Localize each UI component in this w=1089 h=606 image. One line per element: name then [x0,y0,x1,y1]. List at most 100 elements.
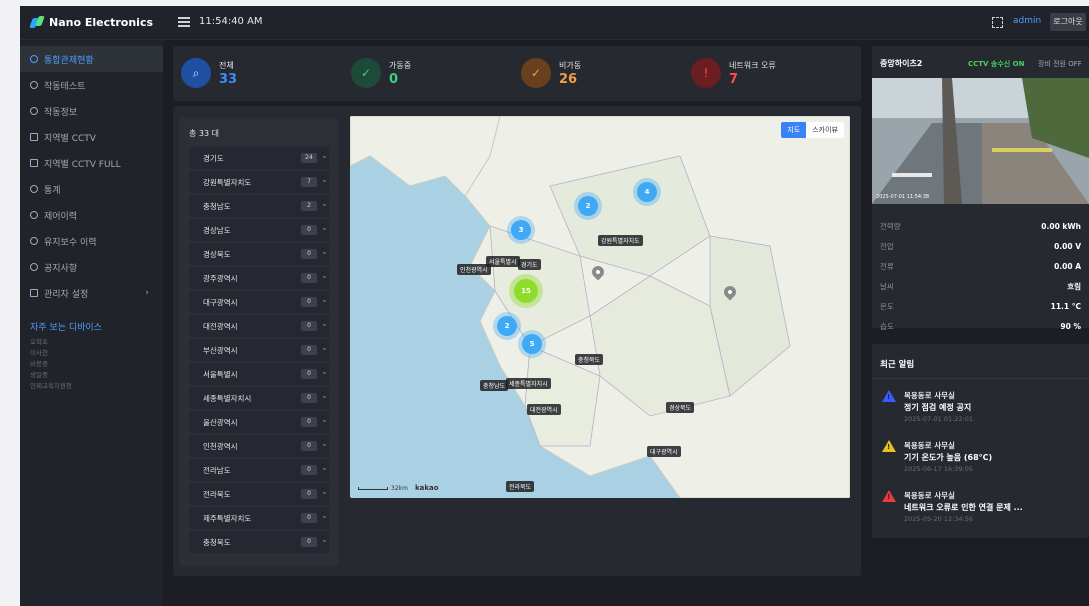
region-item[interactable]: 광주광역시 0 ⌄ [189,267,329,289]
map-region-label: 경상북도 [666,402,695,413]
chevron-down-icon: ⌄ [321,511,328,520]
chevron-down-icon: ⌄ [321,295,328,304]
favorite-item[interactable]: 생일중 [30,370,163,381]
count-badge: 0 [301,225,317,235]
sidebar-item-control-log[interactable]: 제어이력 [20,202,163,228]
region-item[interactable]: 세종특별자치시 0 ⌄ [189,387,329,409]
map-scale: 32km kakao [358,484,439,492]
main-panel: 총 33 대 경기도 24 ⌄ 강원특별자치도 7 ⌄ 충청남도 2 ⌄ 경상남도 0 ⌄ 경상… [173,106,861,576]
logout-button[interactable]: 로그아웃 [1050,13,1086,31]
region-item[interactable]: 경기도 24 ⌄ [189,147,329,169]
map-cluster[interactable]: 3 [511,220,531,240]
metric-row: 전압 0.00 V [880,241,1081,251]
sidebar-item-stats[interactable]: 통계 [20,176,163,202]
sidebar-item-admin[interactable]: 관리자 설정 › [20,280,163,306]
favorite-item[interactable]: 인제교육지원청 [30,381,163,392]
metric-row: 날씨 흐림 [880,281,1081,291]
cctv-timestamp: 2025-07-01 11:54:38 [876,194,930,200]
region-item[interactable]: 경상남도 0 ⌄ [189,219,329,241]
count-badge: 0 [301,297,317,307]
region-item[interactable]: 대전광역시 0 ⌄ [189,315,329,337]
sidebar-item-maintenance[interactable]: 유지보수 이력 [20,228,163,254]
chevron-down-icon: ⌄ [321,487,328,496]
region-total: 총 33 대 [189,129,219,138]
map-cluster[interactable]: 2 [497,316,517,336]
region-list: 총 33 대 경기도 24 ⌄ 강원특별자치도 7 ⌄ 충청남도 2 ⌄ 경상남도 0 ⌄ 경상… [179,118,339,566]
camera-title: 중앙하이츠2 [880,59,923,68]
cctv-status: CCTV 송수신 ON [968,60,1025,68]
notice-icon [30,263,38,271]
region-item[interactable]: 제주특별자치도 0 ⌄ [189,507,329,529]
map-type-sky-button[interactable]: 스카이뷰 [806,122,844,138]
device-metrics: 전력량 0.00 kWh 전압 0.00 V 전류 0.00 A 날씨 흐림 온도 11.… [880,216,1081,336]
stat-running[interactable]: ✓ 가동중 0 [351,58,411,88]
stat-network-error[interactable]: ! 네트워크 오류 7 [691,58,776,88]
count-badge: 0 [301,513,317,523]
region-item[interactable]: 서울특별시 0 ⌄ [189,363,329,385]
dashboard-screen: Nano Electronics 11:54:40 AM admin 로그아웃 … [20,6,1089,606]
map-region-label: 충청남도 [480,380,509,391]
hamburger-menu-icon[interactable] [178,17,190,27]
favorite-item[interactable]: 이사현 [30,348,163,359]
map-region-label: 인천광역시 [457,264,491,275]
map-region-label: 서울특별시 [486,256,520,267]
map-cluster[interactable]: 5 [522,334,542,354]
fullscreen-icon[interactable] [992,17,1003,28]
divider [872,378,1089,379]
chevron-down-icon: ⌄ [321,271,328,280]
region-item[interactable]: 대구광역시 0 ⌄ [189,291,329,313]
sidebar-item-test[interactable]: 작동테스트 [20,72,163,98]
top-bar: Nano Electronics 11:54:40 AM admin 로그아웃 [20,6,1089,40]
stat-total[interactable]: ⌕ 전체 33 [181,58,237,88]
test-icon [30,81,38,89]
map-region-label: 대구광역시 [647,446,681,457]
chevron-down-icon: ⌄ [321,199,328,208]
sidebar-item-notice[interactable]: 공지사항 [20,254,163,280]
favorite-item[interactable]: 비봉중 [30,359,163,370]
region-item[interactable]: 전라북도 0 ⌄ [189,483,329,505]
sidebar-item-info[interactable]: 작동정보 [20,98,163,124]
brand[interactable]: Nano Electronics [30,15,153,29]
region-item[interactable]: 인천광역시 0 ⌄ [189,435,329,457]
region-item[interactable]: 충청북도 0 ⌄ [189,531,329,553]
stat-stopped[interactable]: ✓ 비가동 26 [521,58,581,88]
sidebar-item-cctv[interactable]: 지역별 CCTV [20,124,163,150]
region-item[interactable]: 전라남도 0 ⌄ [189,459,329,481]
region-item[interactable]: 강원특별자치도 7 ⌄ [189,171,329,193]
count-badge: 0 [301,249,317,259]
map-view[interactable]: 지도 스카이뷰 3 2 4 15 2 5 강원특별자치도 서울특별시 경기도 인… [350,116,850,498]
map-cluster[interactable]: 4 [637,182,657,202]
camera-panel: 중앙하이츠2 CCTV 송수신 ON 장비 전원 OFF 2025-07-01 … [872,46,1089,331]
metric-row: 온도 11.1 °C [880,301,1081,311]
count-badge: 0 [301,273,317,283]
count-badge: 0 [301,321,317,331]
recent-alerts: 최근 알림 ! 복용동로 사무실 정기 점검 예정 공지 2025-07-01 … [872,344,1089,538]
status-summary: ⌕ 전체 33 ✓ 가동중 0 ✓ 비가동 26 ! 네트워크 오류 7 [173,46,861,101]
cctv-feed[interactable]: 2025-07-01 11:54:38 [872,78,1089,204]
chart-icon [30,185,38,193]
count-badge: 0 [301,537,317,547]
favorites-title: 자주 보는 디바이스 [30,323,102,333]
count-badge: 0 [301,345,317,355]
region-items: 경기도 24 ⌄ 강원특별자치도 7 ⌄ 충청남도 2 ⌄ 경상남도 0 ⌄ 경상북도 0 ⌄ 광주… [189,147,329,555]
scale-bar-icon [358,486,388,490]
metric-row: 전력량 0.00 kWh [880,221,1081,231]
region-item[interactable]: 울산광역시 0 ⌄ [189,411,329,433]
chevron-down-icon: ⌄ [321,247,328,256]
sidebar-item-cctv-full[interactable]: 지역별 CCTV FULL [20,150,163,176]
sidebar: 통합관제현황 작동테스트 작동정보 지역별 CCTV 지역별 CCTV FULL… [20,40,163,606]
map-type-map-button[interactable]: 지도 [781,122,807,138]
map-region-label: 세종특별자치시 [506,378,551,389]
map-cluster[interactable]: 2 [578,196,598,216]
map-cluster[interactable]: 15 [514,279,538,303]
region-item[interactable]: 충청남도 2 ⌄ [189,195,329,217]
region-item[interactable]: 경상북도 0 ⌄ [189,243,329,265]
favorite-item[interactable]: 오학초 [30,337,163,348]
brand-logo-icon [30,15,44,29]
region-item[interactable]: 부산광역시 0 ⌄ [189,339,329,361]
map-region-label: 대전광역시 [527,404,561,415]
user-name[interactable]: admin [1013,16,1041,26]
map-type-toggle: 지도 스카이뷰 [781,122,844,138]
count-badge: 0 [301,369,317,379]
sidebar-item-dashboard[interactable]: 통합관제현황 [20,46,163,72]
